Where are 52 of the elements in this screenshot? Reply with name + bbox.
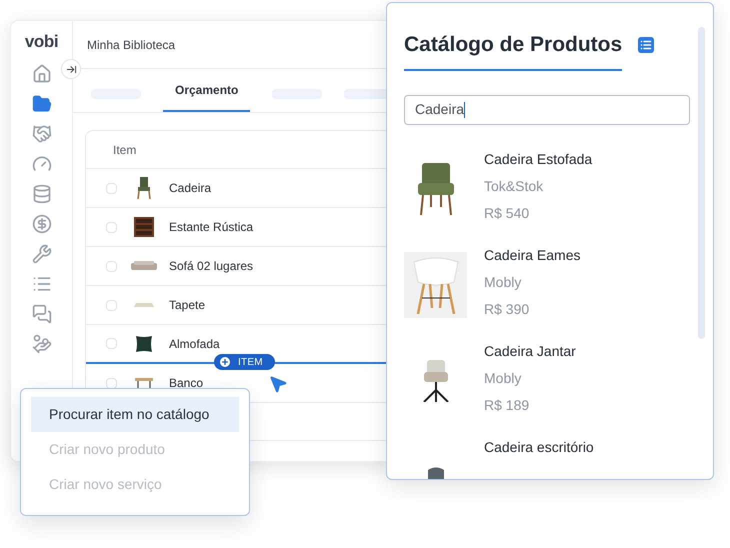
product-store: Tok&Stok: [484, 176, 544, 196]
sofa-thumbnail: [131, 261, 157, 271]
expand-icon: [66, 64, 76, 74]
product-name: Cadeira Estofada: [484, 150, 592, 168]
row-checkbox[interactable]: [106, 182, 117, 194]
item-name: Estante Rústica: [169, 219, 254, 236]
chat-icon[interactable]: [32, 304, 52, 324]
row-checkbox[interactable]: [106, 378, 117, 388]
row-checkbox[interactable]: [106, 338, 117, 349]
chair-photo: [404, 252, 467, 318]
item-name: Sofá 02 lugares: [169, 258, 254, 275]
item-name: Cadeira: [169, 180, 212, 197]
handshake-icon[interactable]: [32, 124, 52, 144]
product-price: R$ 540: [484, 204, 530, 222]
armchair-photo: [416, 160, 456, 216]
menu-item[interactable]: Procurar item no catálogo: [31, 397, 239, 432]
row-checkbox[interactable]: [106, 222, 117, 232]
product-name: Cadeira Eames: [484, 246, 580, 264]
product-store: Mobly: [484, 368, 522, 388]
expand-button[interactable]: [61, 59, 81, 79]
tools-icon[interactable]: [32, 244, 52, 264]
bench-thumbnail: [135, 378, 153, 388]
list-view-icon[interactable]: [638, 36, 654, 53]
add-item-button[interactable]: ITEM: [214, 354, 275, 370]
plus-icon: [220, 357, 230, 367]
product-name: Cadeira escritório: [484, 438, 594, 456]
cushion-thumbnail: [135, 334, 153, 352]
product-price: R$ 189: [484, 396, 530, 414]
product-price: R$ 390: [484, 300, 530, 318]
product-name: Cadeira Jantar: [484, 342, 576, 360]
page-title: Minha Biblioteca: [87, 36, 176, 54]
logo: vobi: [24, 33, 58, 50]
item-name: Tapete: [169, 297, 206, 314]
cursor-icon: [268, 374, 288, 394]
chair-thumbnail: [137, 177, 151, 199]
dollar-icon[interactable]: [32, 214, 52, 234]
search-field[interactable]: Cadeira: [404, 94, 690, 124]
tab[interactable]: Orçamento: [163, 81, 250, 112]
folder-icon[interactable]: [32, 94, 52, 114]
home-icon[interactable]: [32, 64, 52, 84]
rug-thumbnail: [134, 302, 154, 308]
catalog-title: Catálogo de Produtos: [404, 29, 622, 70]
coins-icon[interactable]: [32, 184, 52, 204]
row-checkbox[interactable]: [106, 300, 117, 310]
chair-photo: [420, 360, 450, 402]
item-name: Banco: [169, 375, 204, 392]
column-header: Item: [113, 142, 136, 158]
product-store: Mobly: [484, 272, 522, 292]
hand-coin-icon[interactable]: [32, 334, 52, 354]
item-name: Almofada: [169, 336, 220, 352]
row-checkbox[interactable]: [106, 260, 117, 272]
shelf-thumbnail: [134, 217, 154, 237]
